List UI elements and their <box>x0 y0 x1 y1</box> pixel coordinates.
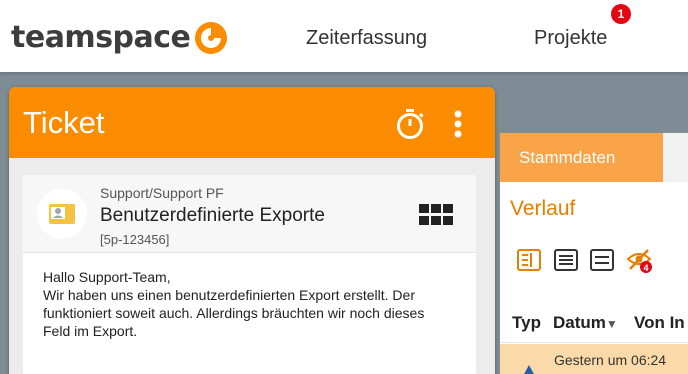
logo-swirl-icon <box>195 21 228 54</box>
stopwatch-icon[interactable] <box>394 108 426 140</box>
ticket-subject: Benutzerdefinierte Exporte <box>100 205 325 226</box>
ticket-body: Support/Support PF Benutzerdefinierte Ex… <box>23 175 476 374</box>
teamspace-logo[interactable]: teamspace <box>11 20 228 55</box>
history-panel: Stammdaten Verlauf 4 Typ Datum▼ Von In G… <box>500 133 688 374</box>
grid-view-icon[interactable] <box>419 204 453 226</box>
contact-card-icon <box>49 204 75 224</box>
hidden-count: 4 <box>643 263 648 273</box>
column-von[interactable]: Von In <box>634 313 685 333</box>
column-datum[interactable]: Datum▼ <box>553 313 618 333</box>
list-detail-icon[interactable] <box>516 247 542 273</box>
verlauf-title: Verlauf <box>510 197 576 220</box>
logo-text: teamspace <box>11 20 191 55</box>
ticket-message: Hallo Support-Team, Wir haben uns einen … <box>43 268 463 340</box>
ticket-header: Ticket <box>9 87 495 158</box>
tab-bar: Stammdaten <box>500 133 688 182</box>
warning-icon <box>524 365 534 374</box>
notification-badge: 1 <box>611 4 631 24</box>
ticket-info-row: Support/Support PF Benutzerdefinierte Ex… <box>23 175 476 253</box>
avatar <box>37 189 87 239</box>
top-navigation-bar: teamspace Zeiterfassung Projekte 1 <box>0 0 688 72</box>
list-icon[interactable] <box>553 247 579 273</box>
message-line: Feld im Export. <box>43 323 138 339</box>
column-datum-label: Datum <box>553 313 606 332</box>
ticket-category: Support/Support PF <box>100 185 224 201</box>
message-line: funktioniert soweit auch. Allerdings brä… <box>43 305 425 321</box>
ticket-title: Ticket <box>23 105 105 140</box>
ticket-id: [5p-123456] <box>100 232 170 247</box>
sort-down-icon: ▼ <box>605 317 618 331</box>
message-line: Wir haben uns einen benutzerdefinierten … <box>43 287 415 303</box>
ticket-card: Ticket Support/Support PF Benutzerdefini… <box>9 87 495 374</box>
nav-projekte[interactable]: Projekte <box>534 27 607 50</box>
table-row[interactable]: Gestern um 06:24 <box>500 344 688 374</box>
history-table-header: Typ Datum▼ Von In <box>500 301 688 343</box>
column-typ[interactable]: Typ <box>512 313 541 333</box>
more-vertical-icon[interactable] <box>454 110 462 138</box>
tab-stammdaten[interactable]: Stammdaten <box>500 133 663 182</box>
hidden-eye-icon[interactable]: 4 <box>626 247 652 273</box>
message-line: Hallo Support-Team, <box>43 269 171 285</box>
list-compact-icon[interactable] <box>589 247 615 273</box>
row-date: Gestern um 06:24 <box>554 352 667 368</box>
nav-zeiterfassung[interactable]: Zeiterfassung <box>306 27 427 50</box>
